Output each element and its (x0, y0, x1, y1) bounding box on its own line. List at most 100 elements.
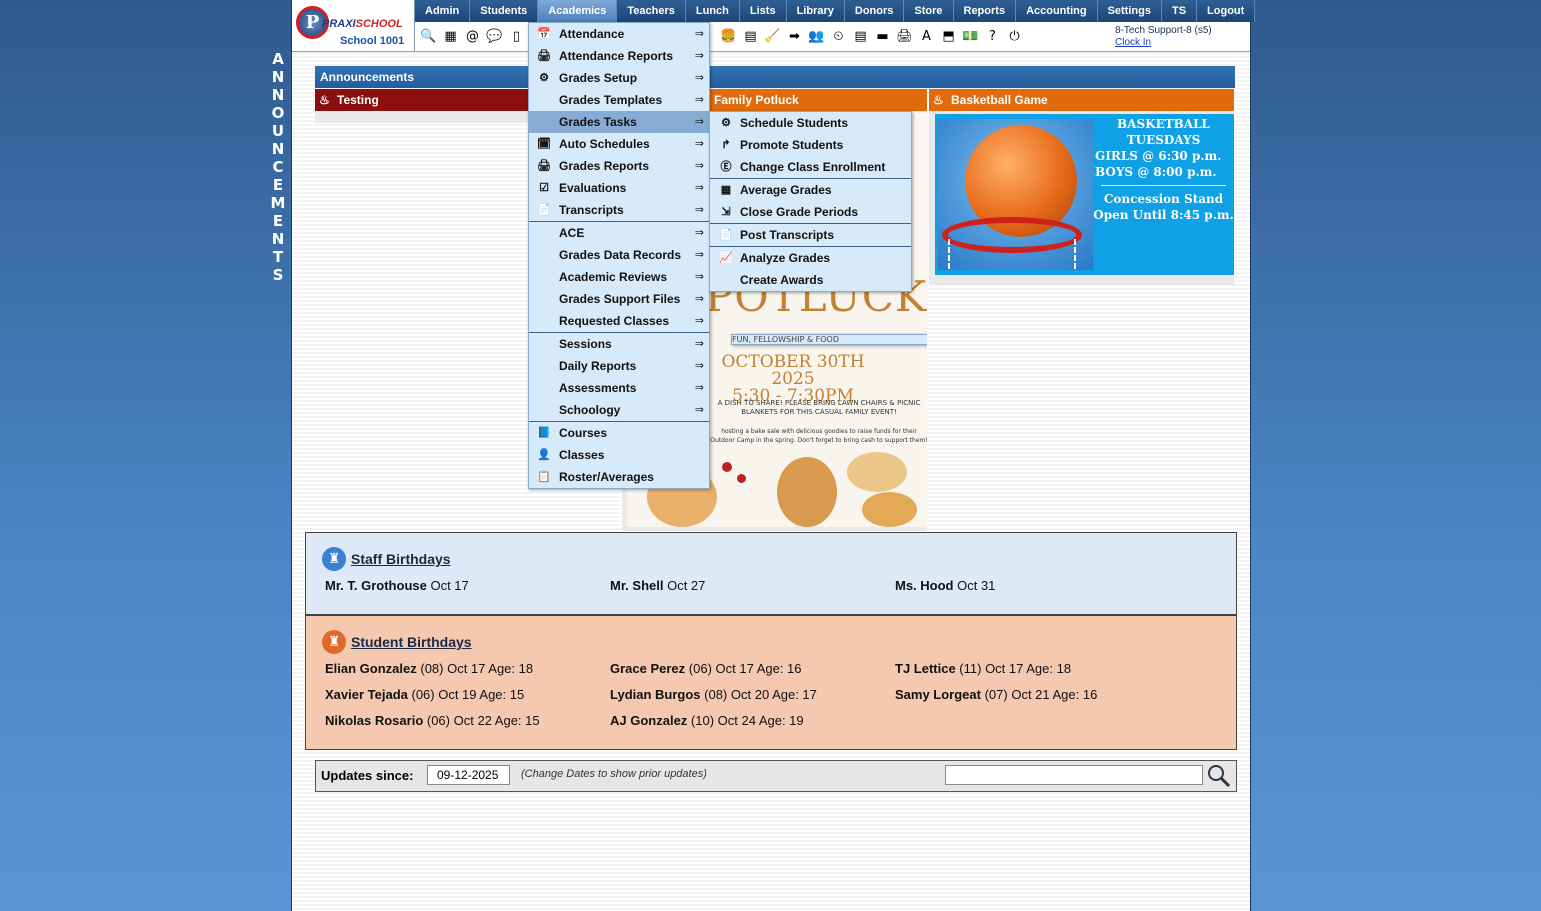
side-letter: S (272, 266, 284, 284)
student-birthdays-link[interactable]: Student Birthdays (351, 634, 472, 650)
menu-item-evaluations[interactable]: ☑ Evaluations ⇒ (529, 177, 709, 199)
menu-item-academic-reviews[interactable]: Academic Reviews ⇒ (529, 266, 709, 288)
nav-accounting[interactable]: Accounting (1016, 0, 1098, 22)
submenu-item-label: Schedule Students (740, 116, 849, 130)
checkbox-icon: ☑ (539, 182, 549, 194)
leaf-decoration (862, 492, 917, 527)
submenu-item-change-class-enrollment[interactable]: Ⓔ Change Class Enrollment (710, 156, 911, 178)
nav-library[interactable]: Library (787, 0, 845, 22)
side-letter: M (270, 194, 286, 212)
menu-item-label: Grades Data Records (559, 248, 682, 262)
menu-item-label: ACE (559, 226, 585, 240)
nav-lunch[interactable]: Lunch (686, 0, 740, 22)
flyer-text-2: hosting a bake sale with delicious goodi… (710, 428, 927, 444)
nav-settings[interactable]: Settings (1098, 0, 1162, 22)
menu-item-attendance[interactable]: 📅 Attendance ⇒ (529, 23, 709, 45)
menu-item-requested-classes[interactable]: Requested Classes ⇒ (529, 310, 709, 332)
calculator-icon: ▦ (720, 184, 732, 196)
menu-item-attendance-reports[interactable]: 🖨 Attendance Reports ⇒ (529, 45, 709, 67)
ap-icon[interactable]: A (918, 28, 935, 45)
card-testing-header[interactable]: ♨ Testing (315, 89, 530, 111)
submenu-item-create-awards[interactable]: Create Awards (710, 269, 911, 291)
menu-item-roster-averages[interactable]: 📋 Roster/Averages (529, 466, 709, 488)
birthday-entry: Mr. T. Grothouse Oct 17 (325, 578, 469, 593)
submenu-arrow-icon: ⇒ (694, 160, 704, 172)
card-basketball-header[interactable]: ♨ Basketball Game (929, 89, 1234, 111)
nav-academics[interactable]: Academics (538, 0, 618, 22)
search-icon[interactable] (1207, 764, 1231, 788)
nav-donors[interactable]: Donors (845, 0, 905, 22)
card-icon[interactable]: ▬ (874, 28, 891, 45)
nav-logout[interactable]: Logout (1197, 0, 1256, 22)
nav-students[interactable]: Students (470, 0, 539, 22)
menu-item-grades-templates[interactable]: Grades Templates ⇒ (529, 89, 709, 111)
menu-item-assessments[interactable]: Assessments ⇒ (529, 377, 709, 399)
submenu-item-close-grade-periods[interactable]: ⇲ Close Grade Periods (710, 201, 911, 223)
list-icon[interactable]: ▤ (852, 28, 869, 45)
nav-admin[interactable]: Admin (415, 0, 471, 22)
staff-birthdays-link[interactable]: Staff Birthdays (351, 551, 451, 567)
submenu-item-analyze-grades[interactable]: 📈 Analyze Grades (710, 246, 911, 269)
gears-icon: ⚙ (721, 117, 731, 129)
student-birthdays-panel: ♜ Student Birthdays Elian Gonzalez (08) … (305, 615, 1237, 750)
up-arrow-icon: ↱ (721, 139, 731, 151)
card-potluck-header[interactable]: Family Potluck (690, 89, 927, 111)
submenu-item-post-transcripts[interactable]: 📄 Post Transcripts (710, 223, 911, 246)
roster-icon: 📋 (537, 471, 551, 483)
menu-item-courses[interactable]: 📘 Courses (529, 421, 709, 444)
pdf-icon[interactable]: ⬒ (940, 28, 957, 45)
submenu-item-average-grades[interactable]: ▦ Average Grades (710, 178, 911, 201)
updates-date-input[interactable] (427, 765, 510, 785)
nav-reports[interactable]: Reports (954, 0, 1017, 22)
at-icon[interactable]: @ (464, 28, 481, 45)
menu-item-ace[interactable]: ACE ⇒ (529, 221, 709, 244)
money-icon[interactable]: 💵 (962, 28, 979, 45)
submenu-item-label: Create Awards (740, 273, 824, 287)
menu-item-label: Grades Support Files (559, 292, 681, 306)
broom-icon[interactable]: 🧹 (764, 28, 781, 45)
nav-ts[interactable]: TS (1162, 0, 1198, 22)
menu-item-schoology[interactable]: Schoology ⇒ (529, 399, 709, 421)
phone-icon[interactable]: ▯ (508, 28, 525, 45)
menu-item-grades-tasks[interactable]: Grades Tasks ⇒ (529, 111, 709, 133)
submenu-item-label: Average Grades (740, 183, 832, 197)
birthday-entry: Lydian Burgos (08) Oct 20 Age: 17 (610, 687, 817, 702)
submenu-item-schedule-students[interactable]: ⚙ Schedule Students (710, 112, 911, 134)
arrow-icon[interactable]: ➡ (786, 28, 803, 45)
calendar-icon[interactable]: ▦ (442, 28, 459, 45)
staff-birthdays-panel: ♜ Staff Birthdays Mr. T. Grothouse Oct 1… (305, 532, 1237, 615)
help-icon[interactable]: ? (984, 28, 1001, 45)
menu-item-daily-reports[interactable]: Daily Reports ⇒ (529, 355, 709, 377)
submenu-item-label: Analyze Grades (740, 251, 831, 265)
clock-in-link[interactable]: Clock In (1115, 37, 1212, 49)
search-input[interactable] (945, 765, 1203, 785)
chat-icon[interactable]: 💬 (486, 28, 503, 45)
notebook-icon[interactable]: ▤ (742, 28, 759, 45)
menu-item-label: Courses (559, 426, 608, 440)
flyer-date: OCTOBER 30TH 2025 5:30 - 7:30PM (721, 352, 865, 406)
menu-item-transcripts[interactable]: 📄 Transcripts ⇒ (529, 199, 709, 221)
nav-teachers[interactable]: Teachers (617, 0, 686, 22)
logo[interactable]: P PRAXISCHOOL School 1001 (292, 0, 415, 51)
printer-icon[interactable]: 🖨 (896, 28, 913, 45)
menu-item-grades-setup[interactable]: ⚙ Grades Setup ⇒ (529, 67, 709, 89)
menu-item-grades-reports[interactable]: 🖨 Grades Reports ⇒ (529, 155, 709, 177)
e-circle-icon: Ⓔ (720, 161, 732, 173)
burger-icon[interactable]: 🍔 (720, 28, 737, 45)
clock-icon[interactable]: ⏲ (830, 28, 847, 45)
menu-item-grades-support-files[interactable]: Grades Support Files ⇒ (529, 288, 709, 310)
menu-item-classes[interactable]: 👤 Classes (529, 444, 709, 466)
flyer-text: A DISH TO SHARE! PLEASE BRING LAWN CHAIR… (717, 399, 921, 416)
submenu-item-promote-students[interactable]: ↱ Promote Students (710, 134, 911, 156)
submenu-arrow-icon: ⇒ (694, 204, 704, 216)
menu-item-auto-schedules[interactable]: 🗓 Auto Schedules ⇒ (529, 133, 709, 155)
nav-store[interactable]: Store (904, 0, 954, 22)
nav-lists[interactable]: Lists (740, 0, 787, 22)
menu-item-sessions[interactable]: Sessions ⇒ (529, 332, 709, 355)
search-icon[interactable]: 🔍 (420, 28, 437, 45)
birthday-entry: Xavier Tejada (06) Oct 19 Age: 15 (325, 687, 525, 702)
announcement-icon: ♨ (933, 93, 944, 107)
people-icon[interactable]: 👥 (808, 28, 825, 45)
power-icon[interactable]: ⏻ (1006, 28, 1023, 45)
menu-item-grades-data-records[interactable]: Grades Data Records ⇒ (529, 244, 709, 266)
